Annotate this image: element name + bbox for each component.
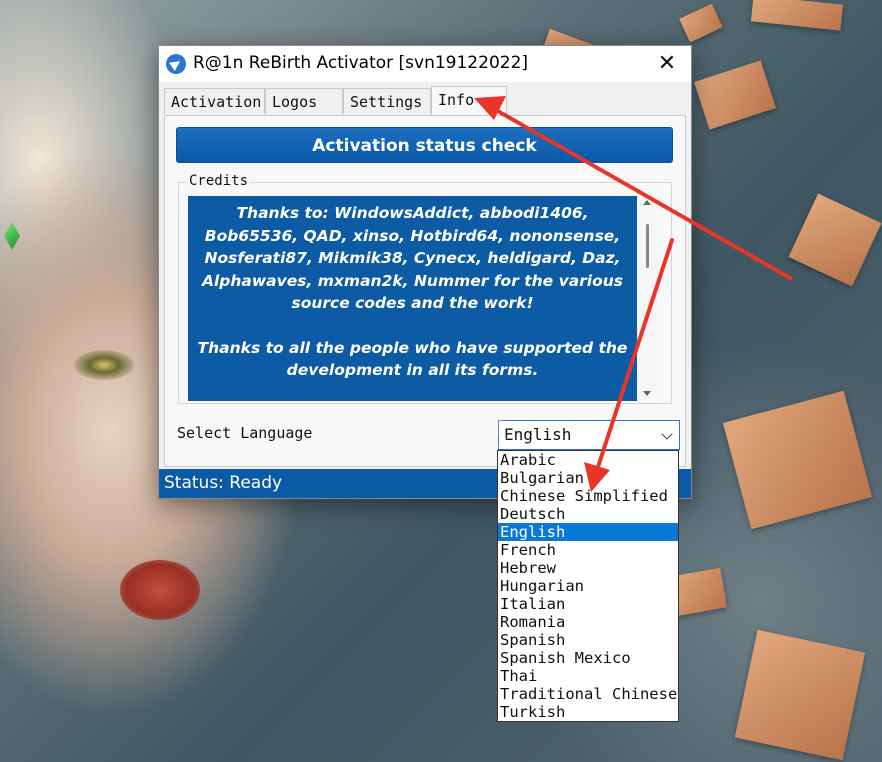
- arrow-to-info-tab: [474, 96, 792, 280]
- annotation-arrows: [474, 96, 792, 492]
- arrow-to-language-list: [584, 238, 674, 492]
